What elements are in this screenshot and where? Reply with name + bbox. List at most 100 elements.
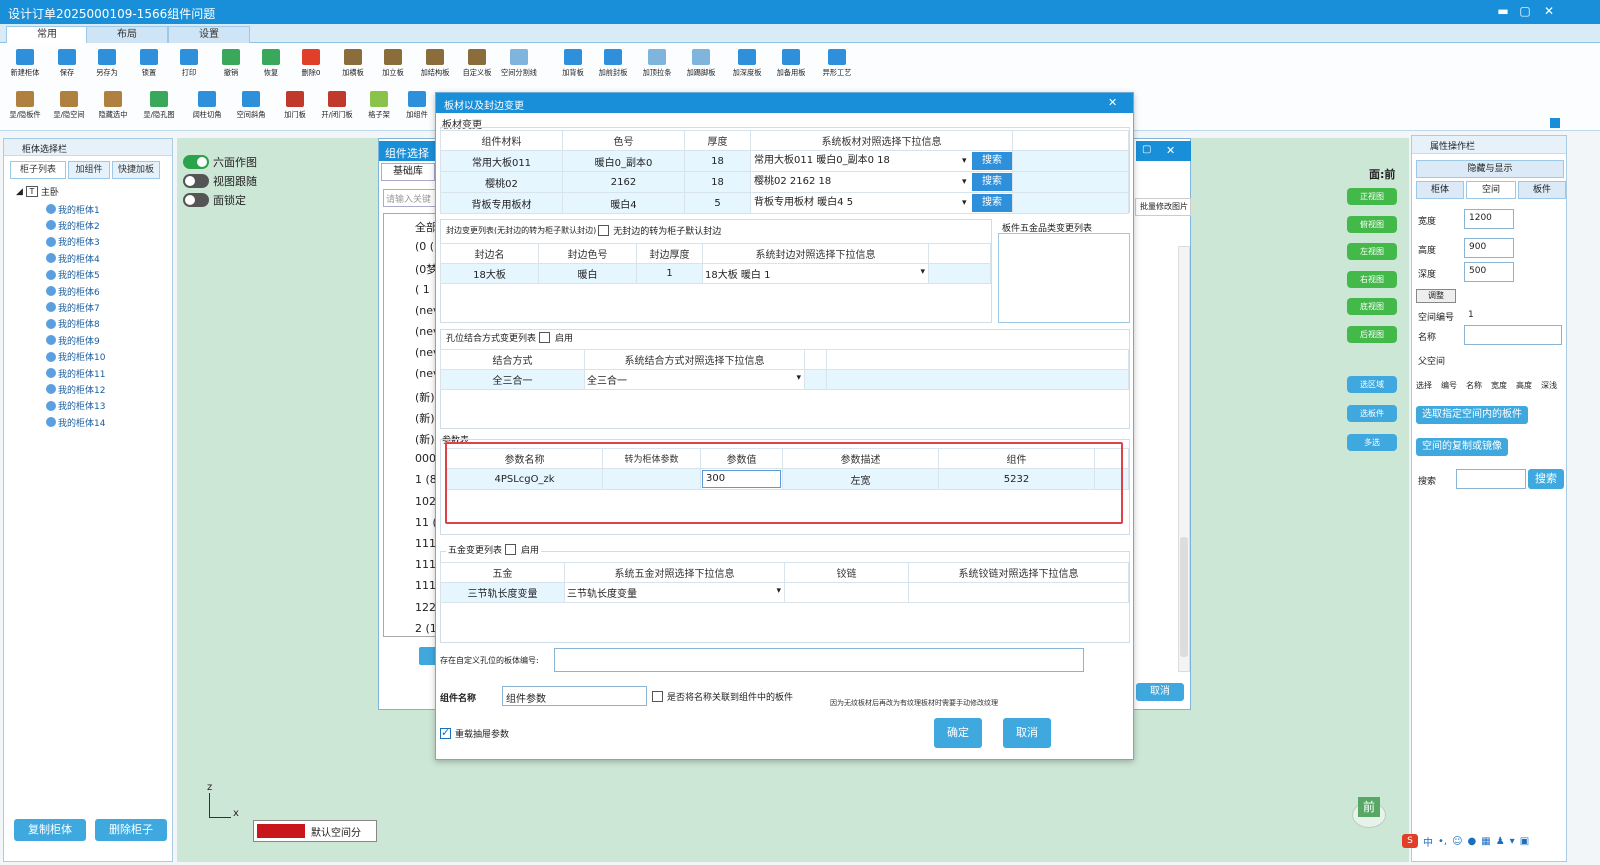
ribbon-button[interactable]: 阔柱切角 <box>186 87 228 127</box>
component-list-item[interactable]: (新) <box>415 431 435 447</box>
toggle-view-follow[interactable]: 视图跟随 <box>183 173 257 189</box>
component-list-item[interactable]: (nev <box>415 367 435 380</box>
chevron-down-icon[interactable]: ▾ <box>962 156 972 166</box>
select-space-boards-button[interactable]: 选取指定空间内的板件 <box>1416 406 1528 424</box>
ribbon-button[interactable]: 删除0 <box>290 45 332 85</box>
ribbon-button[interactable]: 加前封板 <box>592 45 634 85</box>
tab-base-library[interactable]: 基础库 <box>381 163 435 181</box>
comp-name-input[interactable]: 组件参数 <box>502 686 647 706</box>
reload-drawer-option[interactable]: 重载抽屉参数 <box>440 726 509 740</box>
ribbon-button[interactable]: 开/闭门板 <box>316 87 358 127</box>
table-row[interactable]: 背板专用板材 暖白4 5 背板专用板材 暖白4 5 ▾ 搜索 <box>440 192 1129 214</box>
depth-input[interactable]: 500 <box>1464 262 1514 282</box>
ribbon-button[interactable]: 锁置 <box>128 45 170 85</box>
select-mode-button[interactable]: 选区域 <box>1347 376 1397 393</box>
cancel-button[interactable]: 取消 <box>1136 683 1184 701</box>
hardware-dropdown[interactable]: 三节轨长度变量 <box>564 582 785 603</box>
ribbon-button[interactable]: 空间斜角 <box>230 87 272 127</box>
table-row[interactable]: 常用大板011 暖白0_副本0 18 常用大板011 暖白0_副本0 18 ▾ 搜索 <box>440 150 1129 172</box>
width-input[interactable]: 1200 <box>1464 209 1514 229</box>
tree-item[interactable]: 我的柜体9 <box>46 332 100 348</box>
chevron-down-icon[interactable]: ▾ <box>962 198 972 208</box>
tab-cabinet[interactable]: 柜体 <box>1416 181 1464 199</box>
ribbon-button[interactable]: 隐藏选中 <box>92 87 134 127</box>
view-button[interactable]: 右视图 <box>1347 270 1397 288</box>
link-name-option[interactable]: 是否将名称关联到组件中的板件 <box>652 690 793 703</box>
ribbon-button[interactable]: 加深度板 <box>726 45 768 85</box>
tree-item[interactable]: 我的柜体12 <box>46 381 105 397</box>
tab-cabinet-list[interactable]: 柜子列表 <box>10 161 66 179</box>
select-mode-button[interactable]: 多选 <box>1347 434 1397 451</box>
join-dropdown[interactable]: 全三合一 <box>584 369 805 390</box>
component-list-item[interactable]: (nev <box>415 346 435 359</box>
view-button[interactable]: 正视图 <box>1347 188 1397 205</box>
hw-enable-checkbox[interactable] <box>505 544 517 555</box>
tree-item[interactable]: 我的柜体8 <box>46 316 100 332</box>
edge-dropdown[interactable]: 18大板 暖白 1 <box>702 263 929 284</box>
ribbon-button[interactable]: 格子架 <box>358 87 400 127</box>
grid-icon[interactable]: ▣ <box>1520 836 1529 847</box>
component-list-item[interactable]: ( 1 <box>415 283 435 296</box>
toggle-face-lock[interactable]: 面锁定 <box>183 192 246 208</box>
component-list-item[interactable]: (nev <box>415 325 435 338</box>
ribbon-button[interactable]: 加立板 <box>372 45 414 85</box>
component-list-item[interactable]: 全部 <box>415 219 435 235</box>
right-search-button[interactable]: 搜索 <box>1528 469 1564 489</box>
hole-enable-checkbox[interactable] <box>539 332 551 343</box>
toggle-switch[interactable] <box>183 155 209 169</box>
ribbon-button[interactable]: 加顶拉条 <box>636 45 678 85</box>
ribbon-button[interactable]: 保存 <box>46 45 88 85</box>
component-search-input[interactable]: 请输入关键 <box>383 189 437 207</box>
ime-logo-icon[interactable]: S <box>1402 834 1418 848</box>
close-button[interactable]: ✕ <box>1540 3 1558 19</box>
view-button[interactable]: 左视图 <box>1347 243 1397 260</box>
reload-drawer-checkbox[interactable] <box>440 726 451 739</box>
view-button[interactable]: 俯视图 <box>1347 215 1397 233</box>
search-button[interactable]: 搜索 <box>972 173 1012 191</box>
tree-item[interactable]: 我的柜体1 <box>46 201 100 217</box>
tree-item[interactable]: 我的柜体5 <box>46 267 100 283</box>
ribbon-button[interactable]: 加结构板 <box>414 45 456 85</box>
hardware-category-list[interactable] <box>998 233 1130 323</box>
ribbon-button[interactable]: 加组件 <box>396 87 438 127</box>
batch-image-button[interactable]: 批量修改图片 <box>1135 198 1191 216</box>
ribbon-button[interactable]: 新建柜体 <box>4 45 46 85</box>
copy-mirror-button[interactable]: 空间的复制或镜像 <box>1416 438 1508 456</box>
tree-item[interactable]: 我的柜体3 <box>46 234 100 250</box>
chevron-down-icon[interactable]: ▾ <box>962 177 972 187</box>
default-space-box[interactable]: 默认空间分 <box>253 820 377 842</box>
ribbon-button[interactable]: 另存为 <box>86 45 128 85</box>
punctuation-icon[interactable]: •, <box>1438 836 1447 847</box>
tab-settings[interactable]: 设置 <box>168 26 250 43</box>
dialog-scrollbar[interactable] <box>1178 246 1190 672</box>
tree-item[interactable]: 我的柜体13 <box>46 398 105 414</box>
component-list-item[interactable]: (0梦 <box>415 261 435 277</box>
tree-item[interactable]: 我的柜体7 <box>46 299 100 315</box>
tab-quick-board[interactable]: 快捷加板 <box>112 161 160 179</box>
tab-add-component[interactable]: 加组件 <box>68 161 110 179</box>
component-list-item[interactable]: 1 (8) <box>415 473 435 486</box>
ribbon-button[interactable]: 加门板 <box>274 87 316 127</box>
table-row[interactable]: 全三合一 全三合一 <box>440 369 1129 390</box>
select-mode-button[interactable]: 选板件 <box>1347 405 1397 422</box>
cancel-button[interactable]: 取消 <box>1003 718 1051 748</box>
ribbon-button[interactable]: 撤销 <box>210 45 252 85</box>
ok-button[interactable]: 确定 <box>934 718 982 748</box>
tree-item[interactable]: 我的柜体4 <box>46 250 100 266</box>
user-icon[interactable]: ♟ <box>1496 836 1505 847</box>
close-button[interactable]: ✕ <box>1166 144 1175 157</box>
mic-icon[interactable]: ● <box>1468 836 1477 847</box>
ribbon-button[interactable]: 空间分割线 <box>498 45 540 85</box>
tab-board[interactable]: 板件 <box>1518 181 1566 199</box>
tree-item[interactable]: 我的柜体14 <box>46 414 105 430</box>
ribbon-button[interactable]: 异形工艺 <box>816 45 858 85</box>
view-cube-base[interactable]: 前 <box>1352 797 1386 828</box>
component-list-item[interactable]: 000( <box>415 452 435 465</box>
ribbon-button[interactable]: 显/隐空间 <box>48 87 90 127</box>
hide-show-tab[interactable]: 隐藏与显示 <box>1416 160 1564 178</box>
component-list-item[interactable]: (新)( <box>415 389 435 405</box>
ribbon-button[interactable]: 加备用板 <box>770 45 812 85</box>
toggle-switch[interactable] <box>183 174 209 188</box>
view-button[interactable]: 底视图 <box>1347 298 1397 315</box>
component-list-item[interactable]: (新)( <box>415 410 435 426</box>
